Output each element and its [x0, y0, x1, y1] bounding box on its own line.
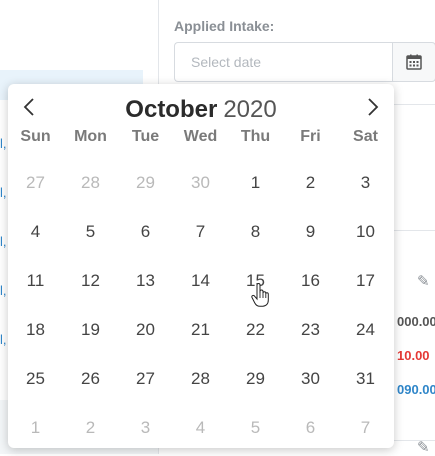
- weekday-label: Thu: [240, 128, 271, 145]
- calendar-day[interactable]: 11: [8, 256, 63, 305]
- calendar-day[interactable]: 28: [173, 354, 228, 403]
- applied-intake-date-input[interactable]: [174, 42, 392, 82]
- chevron-right-icon: [368, 98, 379, 116]
- calendar-week-row: 1234567: [8, 403, 394, 452]
- calendar-day[interactable]: 16: [283, 256, 338, 305]
- calendar-day[interactable]: 1: [228, 158, 283, 207]
- calendar-week-row: 27 28 29 30 1 2 3: [8, 158, 394, 207]
- calendar-week-row: 11 12 13 14 15 16 17: [8, 256, 394, 305]
- calendar-week-row: 4 5 6 7 8 9 10: [8, 207, 394, 256]
- pencil-icon[interactable]: ✎: [417, 438, 430, 456]
- calendar-day[interactable]: 26: [63, 354, 118, 403]
- calendar-day[interactable]: 21: [173, 305, 228, 354]
- pencil-icon[interactable]: ✎: [417, 272, 430, 290]
- calendar-days-grid: 27 28 29 30 1 2 3 4 5 6 7 8 9 10 11 12 13 14 15 16 17 18 19 20 2…: [8, 158, 394, 452]
- amount-value: 10.00: [397, 348, 430, 363]
- calendar-day[interactable]: 29: [228, 354, 283, 403]
- weekday-label: Sat: [353, 128, 378, 145]
- next-month-button[interactable]: [360, 94, 386, 120]
- calendar-day[interactable]: 17: [338, 256, 393, 305]
- calendar-day-outside-month[interactable]: 5: [228, 403, 283, 452]
- list-item-edge: l,: [0, 283, 7, 298]
- calendar-day[interactable]: 27: [118, 354, 173, 403]
- calendar-day-outside-month[interactable]: 27: [8, 158, 63, 207]
- calendar-day[interactable]: 22: [228, 305, 283, 354]
- amount-value: 090.00: [397, 382, 435, 397]
- amount-value: 000.00: [397, 314, 435, 329]
- calendar-week-row: 25 26 27 28 29 30 31: [8, 354, 394, 403]
- month-label[interactable]: October: [125, 96, 217, 123]
- calendar-day-outside-month[interactable]: 3: [118, 403, 173, 452]
- calendar-button[interactable]: [392, 42, 435, 82]
- calendar-day[interactable]: 7: [173, 207, 228, 256]
- calendar-day-outside-month[interactable]: 30: [173, 158, 228, 207]
- calendar-day[interactable]: 13: [118, 256, 173, 305]
- calendar-day[interactable]: 6: [118, 207, 173, 256]
- calendar-day[interactable]: 12: [63, 256, 118, 305]
- weekday-label: Sun: [20, 128, 51, 145]
- hand-pointer-icon: [251, 283, 269, 307]
- list-item-edge: l,: [0, 136, 7, 151]
- calendar-day-outside-month[interactable]: 1: [8, 403, 63, 452]
- year-label[interactable]: 2020: [223, 96, 276, 123]
- calendar-day[interactable]: 3: [338, 158, 393, 207]
- calendar-day[interactable]: 25: [8, 354, 63, 403]
- calendar-day[interactable]: 5: [63, 207, 118, 256]
- left-list-edge: l, l, l, l, l,: [0, 135, 8, 380]
- calendar-day[interactable]: 4: [8, 207, 63, 256]
- calendar-day-outside-month[interactable]: 7: [338, 403, 393, 452]
- calendar-week-row: 18 19 20 21 22 23 24: [8, 305, 394, 354]
- calendar-day[interactable]: 31: [338, 354, 393, 403]
- calendar-day-outside-month[interactable]: 28: [63, 158, 118, 207]
- calendar-icon: [406, 54, 422, 70]
- calendar-day[interactable]: 8: [228, 207, 283, 256]
- calendar-day[interactable]: 9: [283, 207, 338, 256]
- month-year-title: October 2020: [8, 95, 394, 125]
- calendar-day-outside-month[interactable]: 6: [283, 403, 338, 452]
- calendar-day-outside-month[interactable]: 2: [63, 403, 118, 452]
- calendar-day[interactable]: 19: [63, 305, 118, 354]
- datepicker-header: October 2020: [8, 84, 394, 128]
- calendar-day[interactable]: 23: [283, 305, 338, 354]
- weekday-header-row: Sun Mon Tue Wed Thu Fri Sat: [8, 128, 394, 148]
- calendar-day[interactable]: 18: [8, 305, 63, 354]
- calendar-day[interactable]: 14: [173, 256, 228, 305]
- weekday-label: Fri: [300, 128, 321, 145]
- weekday-label: Wed: [183, 128, 218, 145]
- list-item-edge: l,: [0, 185, 7, 200]
- calendar-day[interactable]: 30: [283, 354, 338, 403]
- applied-intake-label: Applied Intake:: [174, 18, 275, 34]
- calendar-day[interactable]: 20: [118, 305, 173, 354]
- list-item-edge: l,: [0, 332, 7, 347]
- calendar-day-outside-month[interactable]: 4: [173, 403, 228, 452]
- weekday-label: Mon: [74, 128, 107, 145]
- calendar-day[interactable]: 24: [338, 305, 393, 354]
- calendar-day-outside-month[interactable]: 29: [118, 158, 173, 207]
- list-item-edge: l,: [0, 234, 7, 249]
- datepicker-popover: October 2020 Sun Mon Tue Wed Thu Fri Sat …: [8, 84, 394, 448]
- weekday-label: Tue: [131, 128, 160, 145]
- calendar-day[interactable]: 2: [283, 158, 338, 207]
- calendar-day[interactable]: 10: [338, 207, 393, 256]
